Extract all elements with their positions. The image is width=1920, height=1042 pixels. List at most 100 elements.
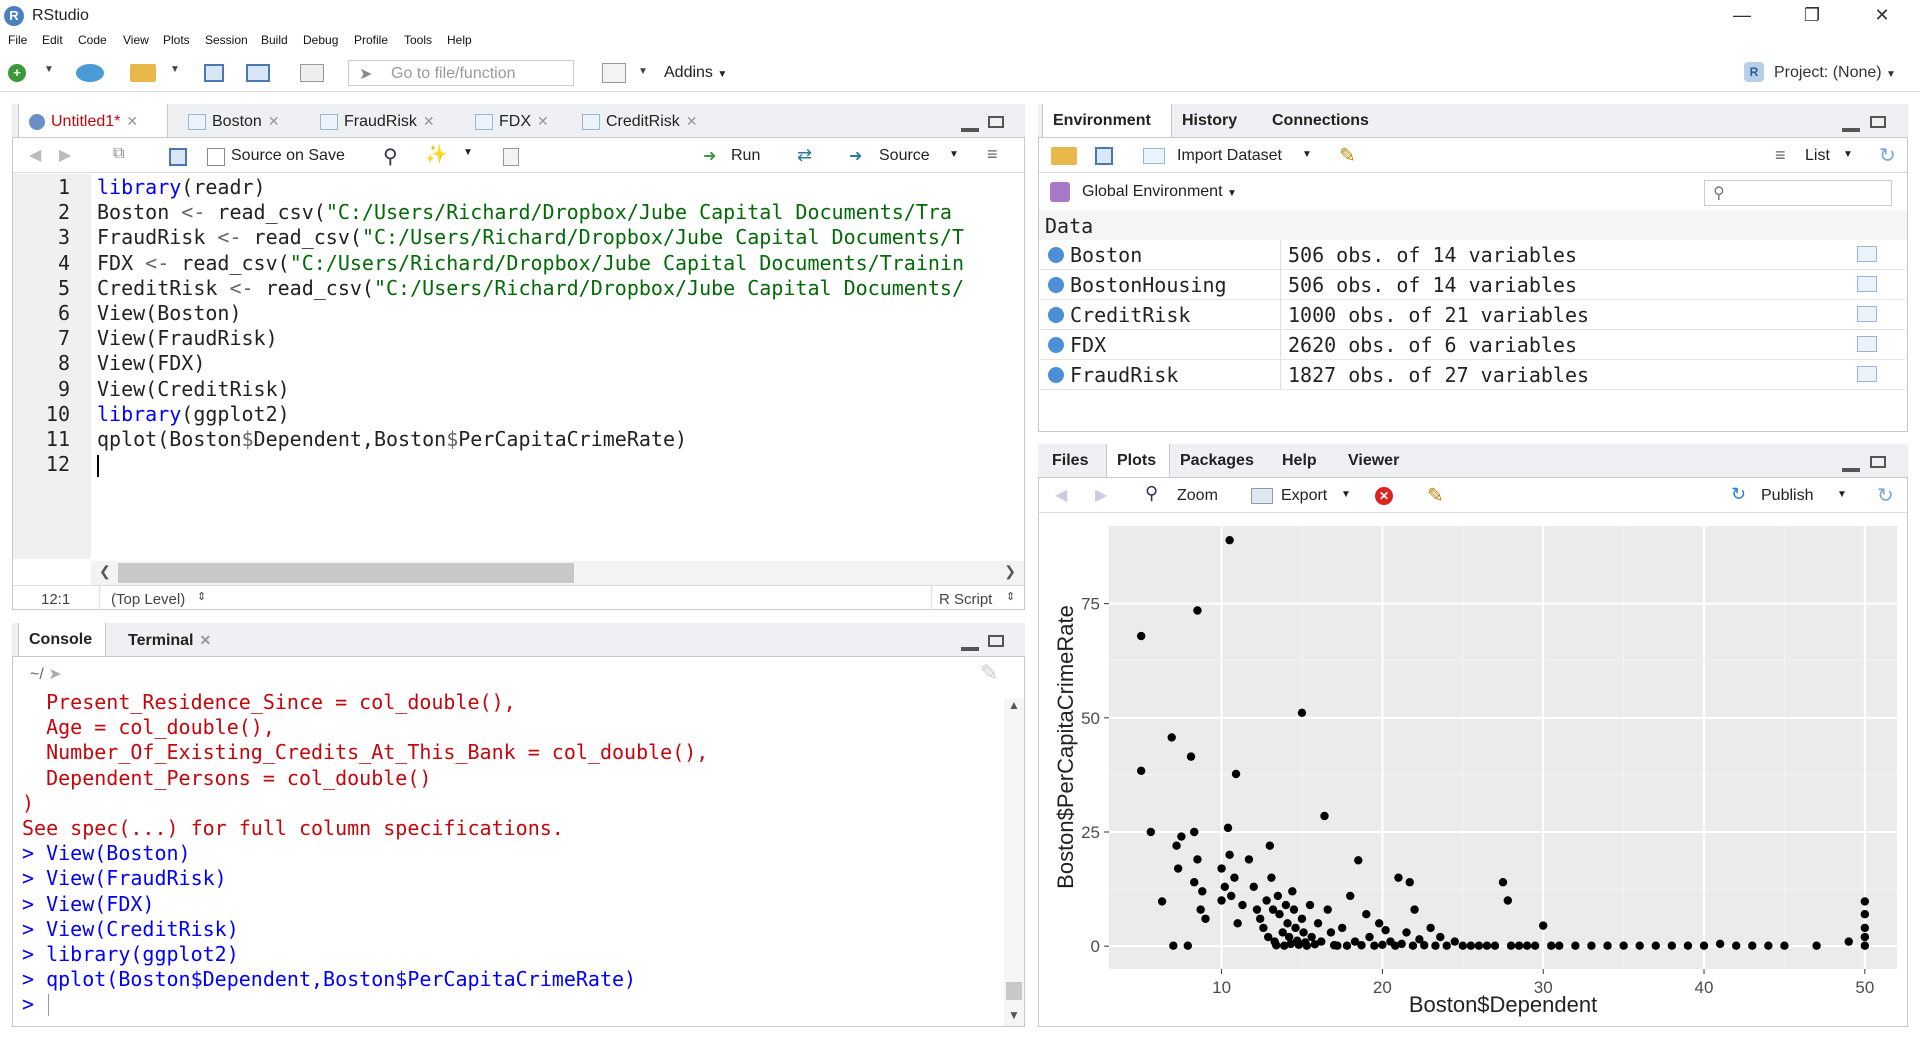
tab-fdx[interactable]: FDX ✕	[465, 104, 567, 137]
dropdown-arrow-icon[interactable]: ▼	[1843, 149, 1853, 160]
tab-terminal[interactable]: Terminal ✕	[118, 623, 228, 656]
code-line[interactable]: FraudRisk <- read_csv("C:/Users/Richard/…	[97, 225, 964, 250]
environment-search-input[interactable]: ⚲	[1704, 180, 1892, 206]
publish-button[interactable]: Publish	[1761, 487, 1813, 505]
save-icon[interactable]	[204, 64, 224, 82]
code-line[interactable]: library(readr)	[97, 175, 266, 200]
minimize-pane-icon[interactable]	[961, 128, 979, 132]
menu-tools[interactable]: Tools	[404, 33, 432, 47]
dropdown-arrow-icon[interactable]: ▼	[1837, 489, 1847, 500]
tab-history[interactable]: History	[1172, 104, 1262, 137]
export-button[interactable]: Export	[1281, 487, 1327, 505]
compile-report-icon[interactable]	[503, 148, 519, 166]
remove-plot-icon[interactable]: ✕	[1375, 487, 1393, 505]
tab-help[interactable]: Help	[1272, 444, 1338, 477]
scroll-right-icon[interactable]: ❯	[1004, 563, 1016, 580]
code-editor[interactable]: 1 library(readr) 2 Boston <- read_csv("C:/U…	[0, 174, 1024, 559]
dropdown-arrow-icon[interactable]: ▼	[1341, 489, 1351, 500]
save-icon[interactable]	[169, 148, 187, 166]
menu-profile[interactable]: Profile	[354, 33, 388, 47]
minimize-icon[interactable]: —	[1712, 0, 1772, 30]
close-tab-icon[interactable]: ✕	[200, 632, 212, 648]
code-line[interactable]: qplot(Boston$Dependent,Boston$PerCapitaC…	[97, 427, 687, 452]
tab-creditrisk[interactable]: CreditRisk ✕	[572, 104, 712, 137]
view-data-table-icon[interactable]	[1857, 306, 1877, 322]
menu-edit[interactable]: Edit	[42, 33, 63, 47]
environment-row[interactable]: FDX 2620 obs. of 6 variables	[1040, 330, 1905, 360]
project-menu[interactable]: Project: (None) ▼	[1774, 64, 1896, 82]
maximize-pane-icon[interactable]	[988, 116, 1004, 128]
file-type-selector[interactable]: R Script	[939, 591, 992, 608]
view-data-table-icon[interactable]	[1857, 366, 1877, 382]
save-all-icon[interactable]	[246, 64, 270, 82]
menu-help[interactable]: Help	[447, 33, 472, 47]
minimize-pane-icon[interactable]	[1842, 128, 1860, 132]
scroll-up-icon[interactable]: ▲	[1008, 698, 1020, 712]
clear-console-icon[interactable]: ✎	[980, 660, 998, 686]
tab-untitled1[interactable]: Untitled1* ✕	[18, 104, 168, 137]
new-file-icon[interactable]: +	[8, 64, 26, 82]
dropdown-arrow-icon[interactable]: ▼	[1302, 149, 1312, 160]
refresh-plot-icon[interactable]: ↻	[1877, 483, 1894, 508]
tab-connections[interactable]: Connections	[1262, 104, 1382, 137]
dropdown-arrow-icon[interactable]: ▼	[463, 147, 473, 158]
view-mode-selector[interactable]: List	[1805, 147, 1830, 165]
code-line[interactable]: View(Boston)	[97, 301, 242, 326]
dropdown-arrow-icon[interactable]: ▼	[949, 149, 959, 160]
code-line[interactable]: library(ggplot2)	[97, 402, 290, 427]
save-workspace-icon[interactable]	[1095, 147, 1113, 165]
tab-files[interactable]: Files	[1042, 444, 1106, 477]
import-dataset-button[interactable]: Import Dataset	[1177, 147, 1282, 165]
tab-boston[interactable]: Boston ✕	[178, 104, 293, 137]
zoom-button[interactable]: Zoom	[1177, 487, 1218, 505]
clear-workspace-broom-icon[interactable]: ✎	[1339, 143, 1356, 168]
forward-icon[interactable]: ▶	[59, 145, 71, 165]
scrollbar-thumb[interactable]	[1006, 982, 1022, 1000]
run-button[interactable]: Run	[731, 147, 760, 165]
code-line[interactable]: View(CreditRisk)	[97, 377, 290, 402]
show-in-window-icon[interactable]: ⧉	[113, 145, 124, 163]
code-line[interactable]: View(FraudRisk)	[97, 326, 278, 351]
close-tab-icon[interactable]: ✕	[268, 113, 280, 129]
code-line[interactable]: View(FDX)	[97, 351, 205, 376]
console-output[interactable]: Present_Residence_Since = col_double(), …	[0, 690, 1000, 1022]
view-data-table-icon[interactable]	[1857, 246, 1877, 262]
source-arrow-icon[interactable]: ➜	[849, 146, 862, 166]
load-workspace-icon[interactable]	[1051, 147, 1077, 165]
open-folder-icon[interactable]	[130, 64, 156, 82]
goto-file-input[interactable]: ➤ Go to file/function	[348, 60, 574, 86]
environment-row[interactable]: CreditRisk 1000 obs. of 21 variables	[1040, 300, 1905, 330]
close-icon[interactable]: ✕	[1852, 0, 1912, 30]
previous-plot-icon[interactable]: ◀	[1055, 485, 1067, 505]
environment-row[interactable]: Boston 506 obs. of 14 variables	[1040, 240, 1905, 270]
menu-file[interactable]: File	[8, 33, 27, 47]
search-icon[interactable]: ⚲	[383, 144, 398, 169]
expand-object-icon[interactable]	[1048, 367, 1064, 383]
source-on-save-checkbox[interactable]	[207, 148, 225, 166]
new-project-icon[interactable]	[76, 64, 104, 82]
maximize-pane-icon[interactable]	[988, 635, 1004, 647]
close-tab-icon[interactable]: ✕	[423, 113, 435, 129]
environment-row[interactable]: BostonHousing 506 obs. of 14 variables	[1040, 270, 1905, 300]
dropdown-arrow-icon[interactable]: ▼	[170, 64, 190, 82]
environment-scope-selector[interactable]: Global Environment ▼	[1082, 183, 1237, 201]
menu-code[interactable]: Code	[78, 33, 107, 47]
close-tab-icon[interactable]: ✕	[126, 113, 138, 129]
code-line[interactable]: Boston <- read_csv("C:/Users/Richard/Dro…	[97, 200, 952, 225]
minimize-pane-icon[interactable]	[1842, 468, 1860, 472]
restore-icon[interactable]: ❐	[1782, 0, 1842, 30]
document-outline-icon[interactable]: ≡	[987, 144, 998, 165]
scrollbar-thumb[interactable]	[118, 563, 574, 583]
next-plot-icon[interactable]: ▶	[1095, 485, 1107, 505]
menu-view[interactable]: View	[123, 33, 149, 47]
menu-plots[interactable]: Plots	[163, 33, 190, 47]
run-arrow-icon[interactable]: ➜	[703, 146, 716, 166]
pane-layout-icon[interactable]	[602, 63, 626, 83]
expand-object-icon[interactable]	[1048, 307, 1064, 323]
go-to-directory-icon[interactable]: ➤	[48, 666, 61, 683]
maximize-pane-icon[interactable]	[1870, 116, 1886, 128]
editor-horizontal-scrollbar[interactable]: ❮ ❯	[91, 561, 1024, 585]
scroll-down-icon[interactable]: ▼	[1008, 1008, 1020, 1022]
scroll-left-icon[interactable]: ❮	[99, 563, 111, 580]
maximize-pane-icon[interactable]	[1870, 456, 1886, 468]
